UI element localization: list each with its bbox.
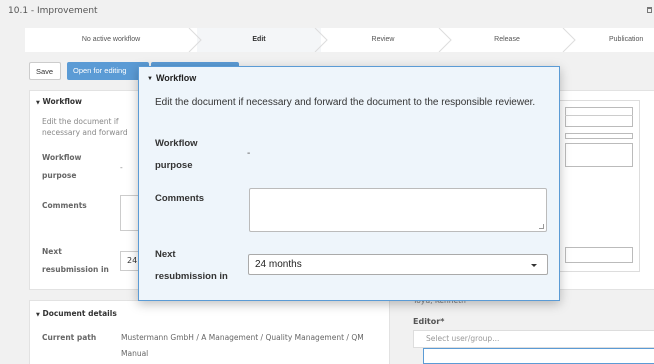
resubmission-select[interactable]: 24 months xyxy=(248,254,548,275)
workflow-panel-header-label: Workflow xyxy=(42,97,82,106)
document-details-header-label: Document details xyxy=(42,309,117,318)
popup-workflow-label: Workflow xyxy=(155,138,198,149)
popup-description: Edit the document if necessary and forwa… xyxy=(155,97,536,108)
editor-select[interactable]: Select user/group... xyxy=(413,330,654,348)
save-button[interactable]: Save xyxy=(29,62,61,80)
resubmission-select-bg[interactable]: 24 xyxy=(120,251,140,271)
resize-grip-icon[interactable] xyxy=(539,224,544,229)
collapse-caret-icon: ▼ xyxy=(36,100,40,106)
editor-label: Editor* xyxy=(413,317,445,326)
document-details-panel: ▼ Document details Current path Musterma… xyxy=(29,300,390,364)
purpose-value: - xyxy=(120,163,123,172)
current-path-value: Mustermann GmbH / A Management / Quality… xyxy=(121,333,364,342)
workflow-steps: No active workflow Edit Review Release P… xyxy=(25,28,654,52)
popup-purpose-label: purpose xyxy=(155,160,193,171)
workflow-panel-description: Edit the document if necessary and forwa… xyxy=(42,117,128,137)
maximize-icon[interactable] xyxy=(647,7,652,13)
comments-textarea[interactable] xyxy=(249,188,547,232)
step-chevrons xyxy=(188,28,576,52)
collapse-caret-icon: ▼ xyxy=(36,312,40,318)
workflow-popup: ▼ Workflow Edit the document if necessary… xyxy=(138,66,560,301)
comments-field-bg[interactable] xyxy=(120,195,140,231)
collapse-caret-icon: ▼ xyxy=(147,76,153,82)
current-path-label: Current path xyxy=(42,333,97,342)
popup-resubmission-label: resubmission in xyxy=(155,271,228,282)
title-bar: 10.1 - Improvement xyxy=(0,0,654,22)
popup-header[interactable]: ▼ Workflow xyxy=(147,73,196,83)
popup-next-label: Next xyxy=(155,249,176,260)
editor-input[interactable] xyxy=(423,348,654,364)
workflow-label: Workflow xyxy=(42,153,82,162)
resubmission-select-value: 24 months xyxy=(255,259,302,270)
purpose-label: purpose xyxy=(42,171,77,180)
comments-label: Comments xyxy=(42,201,87,210)
popup-header-label: Workflow xyxy=(155,73,197,83)
resubmission-label: resubmission in xyxy=(42,265,109,274)
popup-purpose-value: - xyxy=(247,148,251,159)
chevron-down-icon xyxy=(531,264,537,267)
next-label: Next xyxy=(42,247,62,256)
workflow-panel-header[interactable]: ▼ Workflow xyxy=(36,97,82,106)
current-path-value-cont: Manual xyxy=(121,349,149,358)
popup-comments-label: Comments xyxy=(155,193,205,204)
open-for-editing-button[interactable]: Open for editing xyxy=(67,62,149,80)
window-title: 10.1 - Improvement xyxy=(8,6,98,16)
document-details-header[interactable]: ▼ Document details xyxy=(36,309,117,318)
document-thumbnail[interactable] xyxy=(556,100,640,272)
